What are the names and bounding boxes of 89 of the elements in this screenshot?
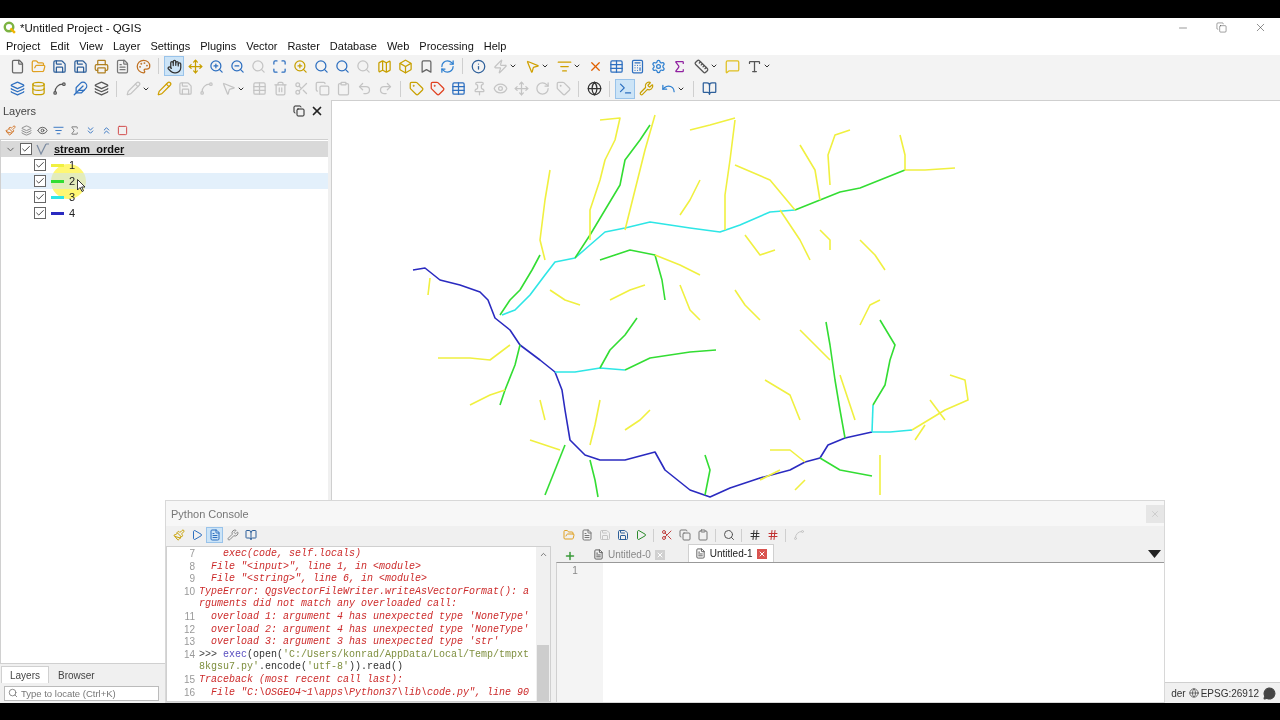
legend-row[interactable]: 4	[1, 205, 328, 221]
menu-item[interactable]: Settings	[145, 38, 196, 54]
class-checkbox[interactable]	[34, 207, 46, 219]
line-layer-icon	[36, 143, 50, 155]
line-number: 13	[182, 636, 196, 649]
search-icon	[8, 688, 18, 698]
layers-icon	[20, 125, 32, 136]
scrollbar[interactable]	[536, 547, 550, 701]
caret-icon	[508, 62, 517, 70]
menu-item[interactable]: Vector	[241, 38, 283, 54]
class-checkbox[interactable]	[34, 159, 46, 171]
line-number: 7	[188, 548, 196, 561]
panel-title: Layers	[3, 105, 37, 117]
line-number: 10	[182, 585, 196, 599]
class-checkbox[interactable]	[34, 191, 46, 203]
code-line: TypeError: QgsVectorFileWriter.writeAsVectorFormat(): arguments did not match any overloaded call:	[199, 585, 531, 611]
line-number: 1	[571, 564, 579, 576]
line-number: 16	[182, 686, 196, 700]
class-checkbox[interactable]	[34, 175, 46, 187]
menu-item[interactable]: Plugins	[195, 38, 242, 54]
locate-field[interactable]: Type to locate (Ctrl+K)	[4, 685, 159, 701]
menu-item[interactable]: Help	[478, 38, 512, 54]
close-icon	[1254, 21, 1267, 34]
code-line: File "<string>", line 6, in <module>	[210, 573, 429, 586]
document-icon	[593, 549, 604, 560]
panel-tab[interactable]: Browser	[49, 666, 104, 683]
app-logo-icon	[3, 21, 16, 34]
close-icon	[310, 104, 324, 118]
crs-button[interactable]: EPSG:26912	[1200, 687, 1259, 699]
code-line: File "<input>", line 1, in <module>	[210, 560, 423, 573]
legend-row[interactable]: 2	[1, 173, 328, 189]
caret-icon	[572, 62, 581, 70]
menu-item[interactable]: Project	[1, 38, 46, 54]
line-number: 11	[183, 610, 196, 624]
line-number: 8	[188, 560, 196, 574]
brush-icon	[4, 125, 16, 136]
eye-icon	[36, 125, 48, 136]
class-label: 2	[69, 175, 76, 187]
code-line: overload 1: argument 4 has unexpected type 'NoneType'	[210, 610, 531, 624]
code-line: File "C:\OSGEO4~1\apps\Python37\lib\code.py", line 90	[210, 686, 531, 700]
line-number: 12	[182, 623, 196, 637]
layer-row[interactable]: stream_order	[1, 141, 328, 157]
menu-item[interactable]: Edit	[45, 38, 75, 54]
float-icon	[293, 105, 305, 117]
menu-item[interactable]: View	[74, 38, 108, 54]
legend-row[interactable]: 1	[1, 157, 328, 173]
remove-layer-button[interactable]	[115, 123, 129, 138]
restore-icon	[1216, 22, 1227, 33]
float-button[interactable]	[291, 103, 307, 119]
class-label: 4	[69, 207, 76, 219]
code-line: overload 3: argument 3 has unexpected type 'str'	[210, 636, 501, 649]
sigma-icon	[68, 125, 80, 136]
tab-list-caret-icon[interactable]	[1148, 550, 1161, 559]
code-line: exec(code, self.locals)	[222, 548, 363, 561]
menu-item[interactable]: Database	[324, 38, 382, 54]
menu-item[interactable]: Processing	[414, 38, 479, 54]
line-number: 15	[182, 673, 196, 687]
code-line: >>> exec(open('C:/Users/konrad/AppData/Local/Temp/tmpxt8kgsu7.py'.encode('utf-8')).read()	[199, 648, 531, 674]
add-tab-icon[interactable]	[564, 550, 576, 562]
filter-icon	[52, 125, 64, 136]
caret-icon	[762, 62, 771, 70]
mouse-pointer-icon	[77, 179, 86, 192]
close-icon	[1150, 508, 1160, 519]
globe-icon[interactable]	[1188, 688, 1199, 698]
class-label: 1	[69, 159, 76, 171]
layer-checkbox[interactable]	[20, 143, 32, 155]
messages-icon[interactable]	[1263, 686, 1276, 700]
tab-close-icon[interactable]	[756, 548, 767, 559]
tab-label: Untitled-1	[709, 548, 753, 559]
layer-name: stream_order	[54, 143, 125, 155]
caret-icon	[540, 62, 549, 70]
render-label: der	[1171, 687, 1186, 699]
menu-item[interactable]: Raster	[282, 38, 325, 54]
document-icon	[694, 548, 706, 559]
panel-title: Python Console	[171, 507, 249, 520]
menu-item[interactable]: Web	[381, 38, 415, 54]
code-line: overload 2: argument 4 has unexpected type 'NoneType'	[210, 623, 531, 636]
panel-tab[interactable]: Layers	[1, 666, 49, 683]
editor-tab[interactable]: Untitled-1	[687, 544, 774, 562]
tab-label: Untitled-0	[608, 549, 651, 560]
line-number: 14	[182, 648, 196, 662]
square-icon	[116, 125, 128, 136]
window-title: *Untitled Project - QGIS	[20, 21, 142, 34]
line-number: 9	[188, 573, 196, 586]
code-line: Traceback (most recent call last):	[199, 673, 405, 687]
menu-item[interactable]: Layer	[107, 38, 146, 54]
add-group-button[interactable]	[19, 123, 33, 138]
caret-icon	[709, 62, 718, 70]
style-brush-button[interactable]	[3, 123, 17, 138]
